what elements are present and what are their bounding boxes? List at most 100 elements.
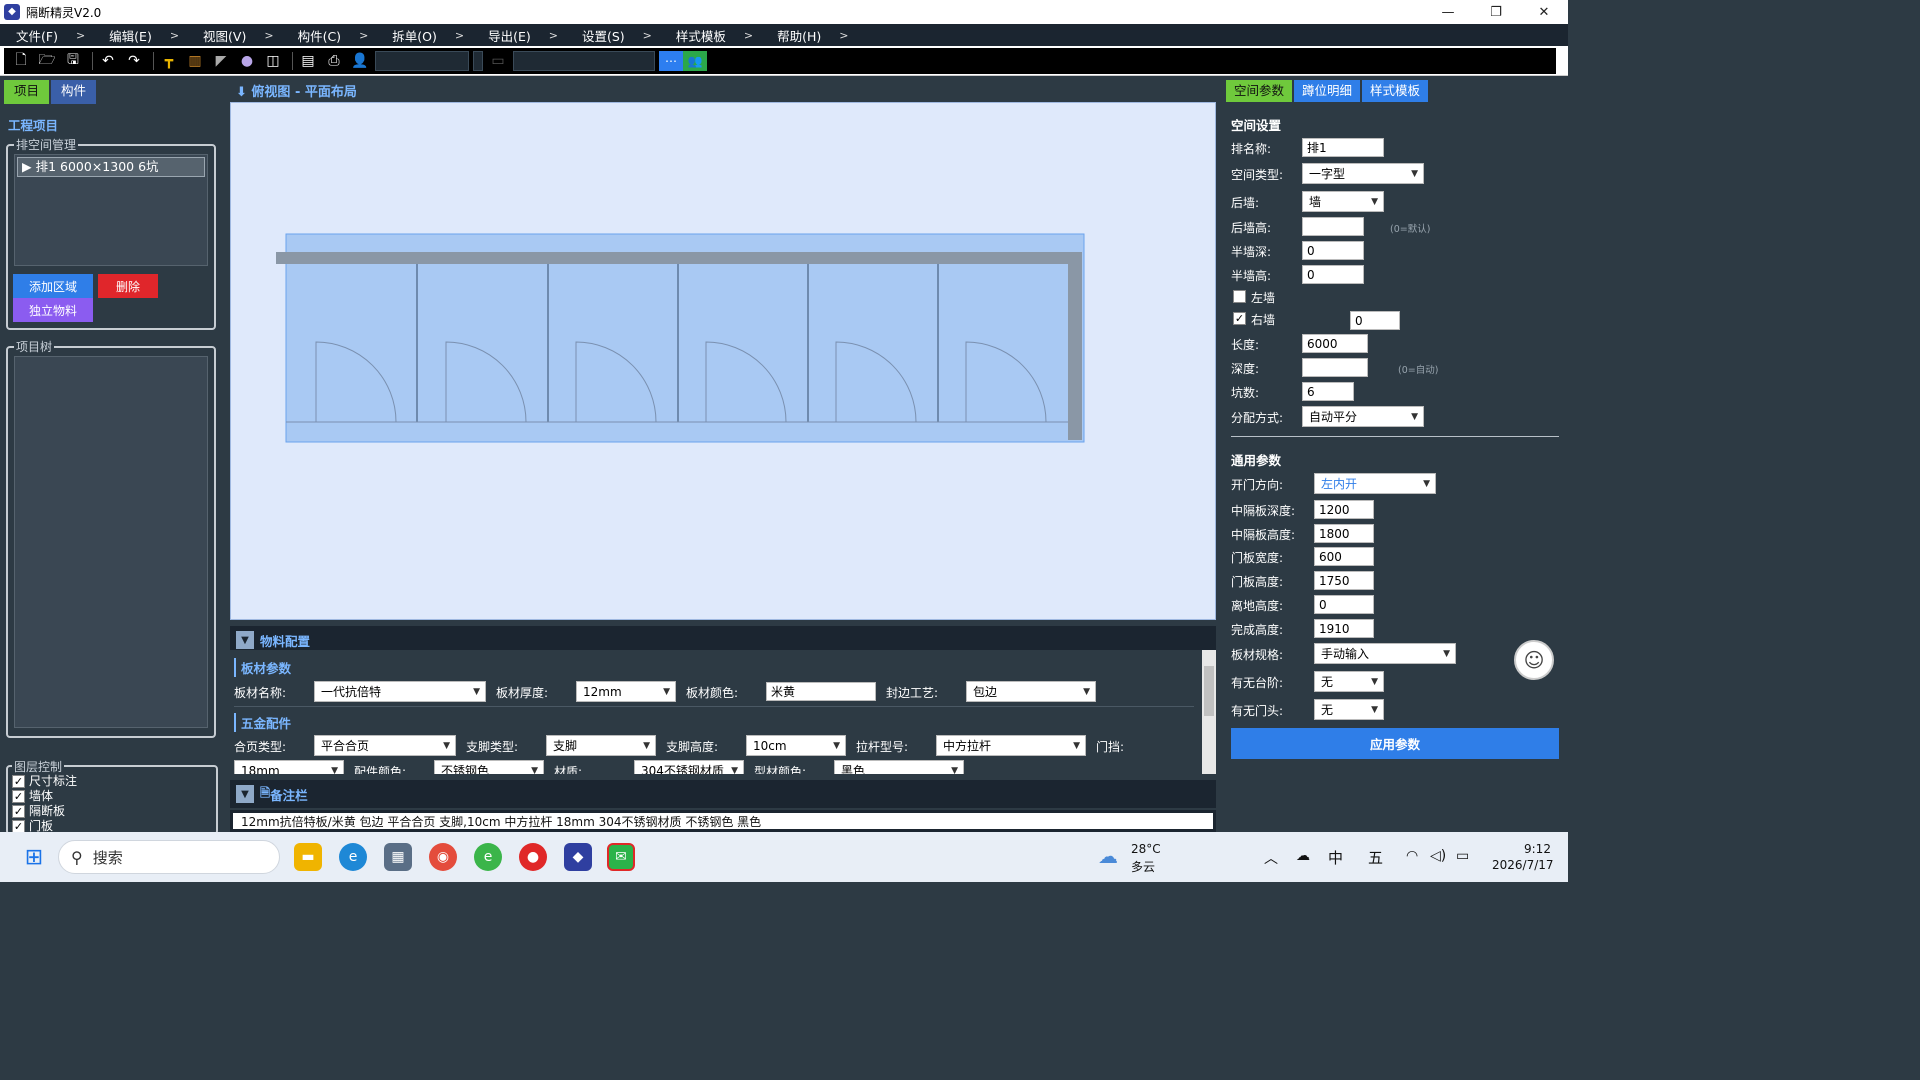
calculator-app-icon[interactable]: ▦ xyxy=(384,843,412,871)
fitting-color-select[interactable]: 不锈钢色 ▼ xyxy=(434,760,544,774)
menu-edit[interactable]: 编辑(E) > xyxy=(93,24,187,46)
profile-color-select[interactable]: 黑色 ▼ xyxy=(834,760,964,774)
clock-time[interactable]: 9:12 xyxy=(1524,842,1551,856)
collapse-icon[interactable]: ▼ xyxy=(236,631,254,649)
more-button[interactable]: ⋯ xyxy=(659,51,683,71)
tab-component[interactable]: 构件 xyxy=(51,80,97,104)
foot-height-select[interactable]: 10cm ▼ xyxy=(746,735,846,756)
tab-stall-details[interactable]: 蹲位明细 xyxy=(1294,80,1361,102)
measure-tool-icon[interactable]: ◤ xyxy=(210,50,232,72)
length-input[interactable]: 6000 xyxy=(1302,334,1368,353)
tab-project[interactable]: 项目 xyxy=(4,80,50,104)
half-wall-height-input[interactable]: 0 xyxy=(1302,265,1364,284)
save-icon[interactable]: 🖫 xyxy=(62,50,84,72)
open-folder-icon[interactable]: 🗁 xyxy=(36,50,58,72)
menu-settings[interactable]: 设置(S) > xyxy=(566,24,660,46)
board-spec-select[interactable]: 手动输入 ▼ xyxy=(1314,643,1456,664)
step-select[interactable]: 无 ▼ xyxy=(1314,671,1384,692)
layer-partition[interactable]: ✓ 隔断板 xyxy=(12,804,77,819)
assistant-avatar-icon[interactable]: ☺ xyxy=(1514,640,1554,680)
wifi-icon[interactable]: ◠ xyxy=(1406,848,1418,864)
menu-split-order[interactable]: 拆单(O) > xyxy=(376,24,472,46)
floor-plan-canvas[interactable] xyxy=(230,102,1216,620)
hinge-type-select[interactable]: 平合合页 ▼ xyxy=(314,735,456,756)
layer-dimension[interactable]: ✓ 尺寸标注 xyxy=(12,774,77,789)
back-wall-select[interactable]: 墙 ▼ xyxy=(1302,191,1384,212)
layer-wall[interactable]: ✓ 墙体 xyxy=(12,789,77,804)
ime-mode[interactable]: 中 xyxy=(1328,847,1343,868)
menu-style-template[interactable]: 样式模板 > xyxy=(660,24,761,46)
edge-browser-icon[interactable]: e xyxy=(339,843,367,871)
door-height-input[interactable]: 1750 xyxy=(1314,571,1374,590)
door-width-input[interactable]: 600 xyxy=(1314,547,1374,566)
row-name-input[interactable]: 排1 xyxy=(1302,138,1384,157)
depth-input[interactable] xyxy=(1302,358,1368,377)
cloud-sync-icon[interactable]: ☁ xyxy=(1296,848,1310,864)
door-head-select[interactable]: 无 ▼ xyxy=(1314,699,1384,720)
user-field-toggle[interactable] xyxy=(473,51,483,71)
space-item-row1[interactable]: ▶ 排1 6000×1300 6坑 xyxy=(17,157,205,177)
users-button[interactable]: 👥 xyxy=(683,51,707,71)
tab-space-params[interactable]: 空间参数 xyxy=(1226,80,1293,102)
material-scrollbar[interactable] xyxy=(1202,650,1216,774)
delete-button[interactable]: 删除 xyxy=(98,274,158,298)
back-wall-height-input[interactable] xyxy=(1302,217,1364,236)
menu-help[interactable]: 帮助(H) > xyxy=(761,24,856,46)
collapse-icon[interactable]: ▼ xyxy=(236,785,254,803)
new-file-icon[interactable]: 🗋 xyxy=(10,50,32,72)
mid-board-height-input[interactable]: 1800 xyxy=(1314,524,1374,543)
pits-input[interactable]: 6 xyxy=(1302,382,1354,401)
windows-start-icon[interactable]: ⊞ xyxy=(20,843,48,871)
circle-tool-icon[interactable]: ● xyxy=(236,50,258,72)
taskbar-search[interactable]: ⚲ 搜索 xyxy=(58,840,280,874)
wechat-icon[interactable]: ✉ xyxy=(607,843,635,871)
chrome-browser-icon[interactable]: ◉ xyxy=(429,843,457,871)
menu-export[interactable]: 导出(E) > xyxy=(472,24,566,46)
close-button[interactable]: ✕ xyxy=(1520,0,1568,24)
note-panel-header[interactable]: ▼ 🗎 备注栏 xyxy=(230,780,1216,808)
calculator-icon[interactable]: ▤ xyxy=(297,50,319,72)
material-select[interactable]: 304不锈钢材质 ▼ xyxy=(634,760,744,774)
left-wall-checkbox[interactable] xyxy=(1233,290,1246,303)
door-stop-select[interactable]: 18mm ▼ xyxy=(234,760,344,774)
tab-style-template[interactable]: 样式模板 xyxy=(1362,80,1429,102)
redo-icon[interactable]: ↷ xyxy=(123,50,145,72)
chevron-up-icon[interactable]: ︿ xyxy=(1264,848,1278,868)
rod-model-select[interactable]: 中方拉杆 ▼ xyxy=(936,735,1086,756)
check-icon[interactable]: ✓ xyxy=(12,790,25,803)
export-icon[interactable]: ⎙ xyxy=(323,50,345,72)
red-app-icon[interactable]: ● xyxy=(519,843,547,871)
space-type-select[interactable]: 一字型 ▼ xyxy=(1302,163,1424,184)
independent-material-button[interactable]: 独立物料 xyxy=(13,298,93,322)
add-area-button[interactable]: 添加区域 xyxy=(13,274,93,298)
right-wall-checkbox[interactable]: ✓ xyxy=(1233,312,1246,325)
ground-height-input[interactable]: 0 xyxy=(1314,595,1374,614)
file-explorer-icon[interactable]: ▬ xyxy=(294,843,322,871)
door-direction-select[interactable]: 左内开 ▼ xyxy=(1314,473,1436,494)
search-field[interactable] xyxy=(513,51,655,71)
browser-app-icon[interactable]: e xyxy=(474,843,502,871)
mid-board-depth-input[interactable]: 1200 xyxy=(1314,500,1374,519)
apply-params-button[interactable]: 应用参数 xyxy=(1231,728,1559,759)
board-thickness-select[interactable]: 12mm ▼ xyxy=(576,681,676,702)
edge-process-select[interactable]: 包边 ▼ xyxy=(966,681,1096,702)
check-icon[interactable]: ✓ xyxy=(12,805,25,818)
battery-icon[interactable]: ▭ xyxy=(1456,848,1469,864)
right-wall-input[interactable]: 0 xyxy=(1350,311,1400,330)
panel-tool-icon[interactable]: ◫ xyxy=(262,50,284,72)
finish-height-input[interactable]: 1910 xyxy=(1314,619,1374,638)
door-tool-icon[interactable]: ▥ xyxy=(184,50,206,72)
partition-tool-icon[interactable]: ┳ xyxy=(158,50,180,72)
board-name-select[interactable]: 一代抗倍特 ▼ xyxy=(314,681,486,702)
project-tree[interactable] xyxy=(14,356,208,728)
note-text[interactable]: 12mm抗倍特板/米黄 包边 平合合页 支脚,10cm 中方拉杆 18mm 30… xyxy=(230,810,1216,832)
half-wall-depth-input[interactable]: 0 xyxy=(1302,241,1364,260)
volume-icon[interactable]: ◁) xyxy=(1430,848,1446,864)
foot-type-select[interactable]: 支脚 ▼ xyxy=(546,735,656,756)
check-icon[interactable]: ✓ xyxy=(12,775,25,788)
menu-file[interactable]: 文件(F) > xyxy=(0,24,93,46)
menu-component[interactable]: 构件(C) > xyxy=(282,24,377,46)
undo-icon[interactable]: ↶ xyxy=(97,50,119,72)
minimize-button[interactable]: — xyxy=(1424,0,1472,24)
restore-button[interactable]: ❐ xyxy=(1472,0,1520,24)
